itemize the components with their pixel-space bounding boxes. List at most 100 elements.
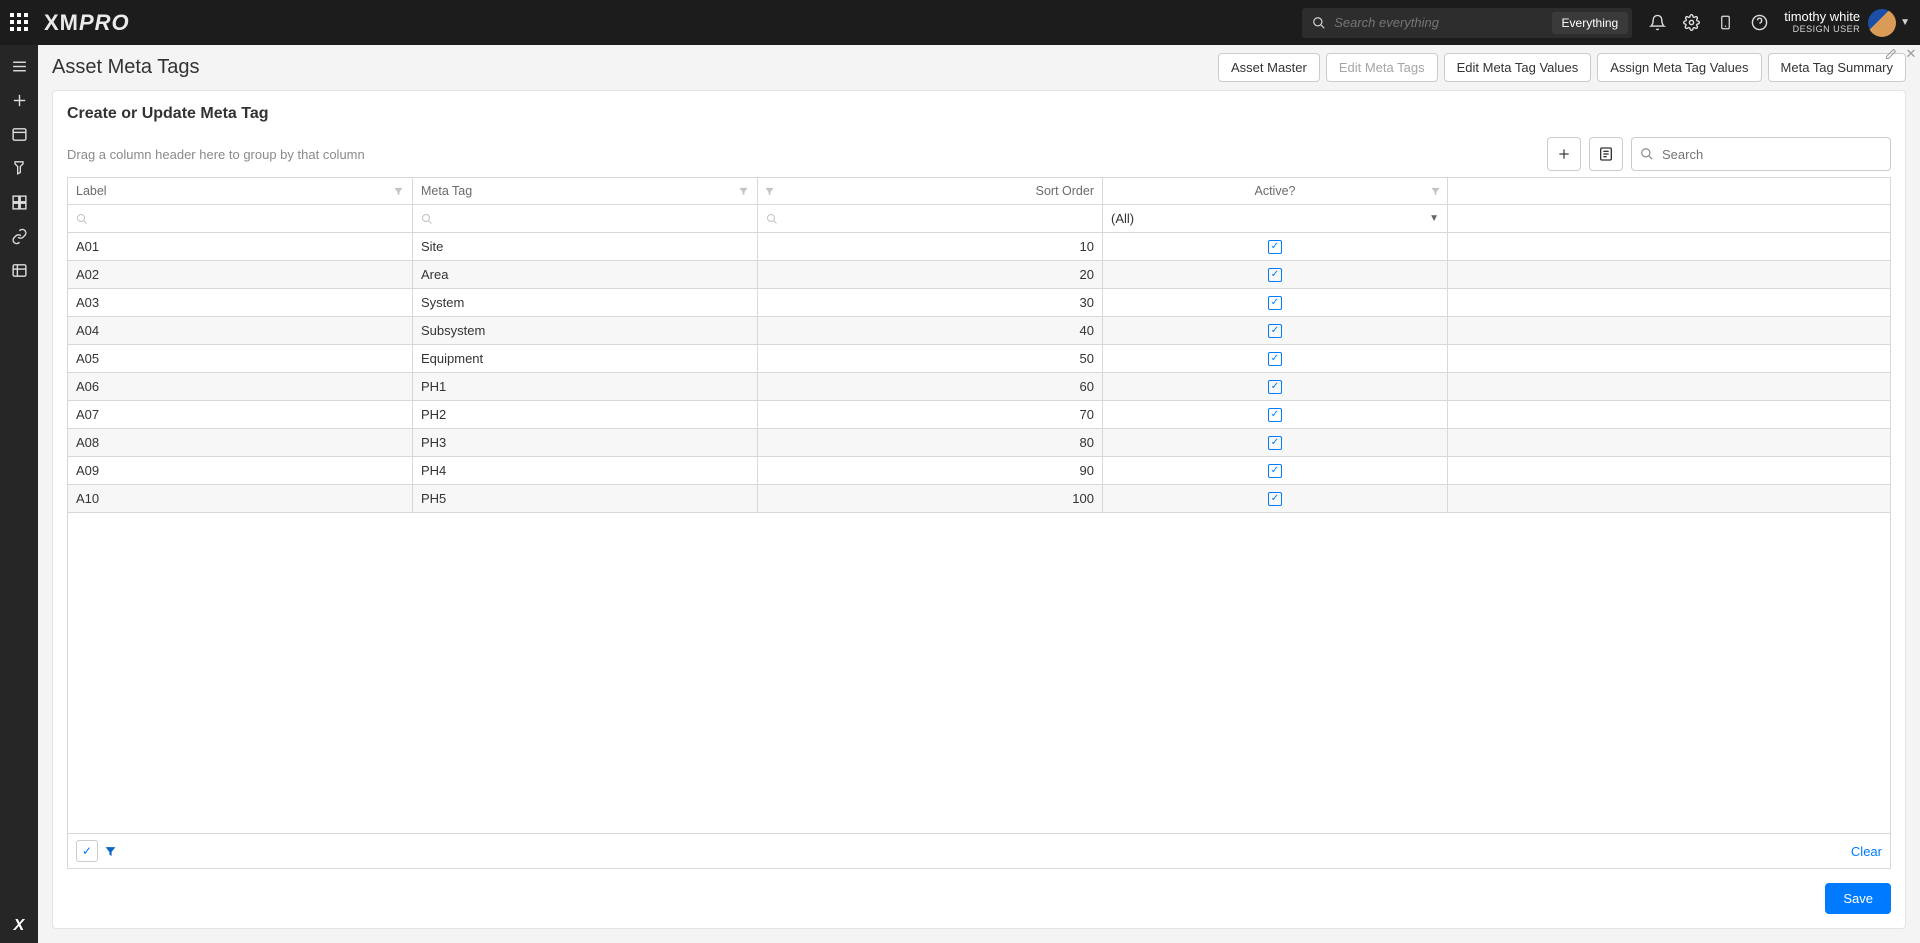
footer-filter-icon[interactable]: [104, 845, 117, 858]
add-icon[interactable]: [0, 83, 38, 117]
cell-label: A04: [68, 317, 413, 344]
user-avatar: [1868, 9, 1896, 37]
search-icon: [1640, 147, 1654, 161]
filter-label[interactable]: [68, 205, 413, 232]
cell-label: A05: [68, 345, 413, 372]
grid-search[interactable]: [1631, 137, 1891, 171]
panel-heading: Create or Update Meta Tag: [67, 105, 1891, 123]
table-row[interactable]: A05Equipment50✓: [68, 345, 1890, 373]
table-row[interactable]: A03System30✓: [68, 289, 1890, 317]
tab-edit-meta-tag-values[interactable]: Edit Meta Tag Values: [1444, 53, 1592, 82]
user-role: DESIGN USER: [1784, 25, 1860, 35]
table-row[interactable]: A02Area20✓: [68, 261, 1890, 289]
product-logo: XMPRO: [44, 10, 130, 36]
col-header-sort-order[interactable]: Sort Order: [758, 178, 1103, 204]
cell-sort-order: 80: [758, 429, 1103, 456]
nav-item-3[interactable]: [0, 185, 38, 219]
tab-edit-meta-tags[interactable]: Edit Meta Tags: [1326, 53, 1438, 82]
filter-sort-order[interactable]: [758, 205, 1103, 232]
cell-sort-order: 90: [758, 457, 1103, 484]
export-button[interactable]: [1589, 137, 1623, 171]
cell-meta-tag: PH4: [413, 457, 758, 484]
cell-active: ✓: [1103, 233, 1448, 260]
footer-check-button[interactable]: ✓: [76, 840, 98, 862]
global-search[interactable]: Everything: [1302, 8, 1632, 38]
col-header-label[interactable]: Label: [68, 178, 413, 204]
cell-active: ✓: [1103, 345, 1448, 372]
clear-link[interactable]: Clear: [1851, 844, 1882, 859]
filter-icon[interactable]: [738, 186, 749, 197]
edit-icon[interactable]: [1882, 45, 1900, 63]
table-row[interactable]: A07PH270✓: [68, 401, 1890, 429]
help-icon[interactable]: [1744, 8, 1774, 38]
table-row[interactable]: A08PH380✓: [68, 429, 1890, 457]
search-scope-dropdown[interactable]: Everything: [1552, 12, 1629, 34]
cell-active: ✓: [1103, 317, 1448, 344]
cell-label: A06: [68, 373, 413, 400]
nav-item-5[interactable]: [0, 253, 38, 287]
cell-meta-tag: PH3: [413, 429, 758, 456]
header-icon-group: [1642, 8, 1774, 38]
checked-icon: ✓: [1268, 380, 1282, 394]
cell-sort-order: 70: [758, 401, 1103, 428]
nav-item-4[interactable]: [0, 219, 38, 253]
filter-meta-tag[interactable]: [413, 205, 758, 232]
cell-sort-order: 10: [758, 233, 1103, 260]
left-sidebar: X: [0, 45, 38, 943]
col-header-meta-tag[interactable]: Meta Tag: [413, 178, 758, 204]
cell-meta-tag: Equipment: [413, 345, 758, 372]
table-row[interactable]: A06PH160✓: [68, 373, 1890, 401]
checked-icon: ✓: [1268, 352, 1282, 366]
save-bar: Save: [67, 869, 1891, 918]
user-menu[interactable]: timothy white DESIGN USER ▼: [1784, 9, 1910, 37]
cell-active: ✓: [1103, 261, 1448, 288]
main-panel: Asset Meta Tags Asset Master Edit Meta T…: [38, 45, 1920, 943]
data-grid: Label Meta Tag Sort Order: [67, 177, 1891, 834]
filter-icon[interactable]: [764, 186, 775, 197]
table-row[interactable]: A04Subsystem40✓: [68, 317, 1890, 345]
grid-search-input[interactable]: [1660, 146, 1882, 163]
cell-active: ✓: [1103, 401, 1448, 428]
group-hint: Drag a column header here to group by th…: [67, 147, 365, 162]
table-row[interactable]: A09PH490✓: [68, 457, 1890, 485]
notifications-icon[interactable]: [1642, 8, 1672, 38]
filter-icon[interactable]: [1430, 186, 1441, 197]
page-title: Asset Meta Tags: [52, 56, 199, 79]
settings-icon[interactable]: [1676, 8, 1706, 38]
sidebar-footer-logo: X: [14, 917, 25, 935]
col-header-active[interactable]: Active?: [1103, 178, 1448, 204]
cell-meta-tag: Subsystem: [413, 317, 758, 344]
menu-toggle[interactable]: [0, 49, 38, 83]
cell-active: ✓: [1103, 457, 1448, 484]
checked-icon: ✓: [1268, 240, 1282, 254]
checked-icon: ✓: [1268, 324, 1282, 338]
cell-meta-tag: PH2: [413, 401, 758, 428]
cell-label: A03: [68, 289, 413, 316]
cell-meta-tag: Area: [413, 261, 758, 288]
table-row[interactable]: A10PH5100✓: [68, 485, 1890, 513]
apps-launcher-icon[interactable]: [10, 13, 30, 33]
global-search-input[interactable]: [1332, 14, 1545, 31]
save-button[interactable]: Save: [1825, 883, 1891, 914]
user-name: timothy white: [1784, 10, 1860, 24]
mobile-icon[interactable]: [1710, 8, 1740, 38]
tab-assign-meta-tag-values[interactable]: Assign Meta Tag Values: [1597, 53, 1761, 82]
cell-sort-order: 20: [758, 261, 1103, 288]
cell-meta-tag: Site: [413, 233, 758, 260]
nav-item-1[interactable]: [0, 117, 38, 151]
grid-header-row: Label Meta Tag Sort Order: [68, 178, 1890, 205]
filter-icon[interactable]: [393, 186, 404, 197]
close-icon[interactable]: ✕: [1902, 45, 1920, 63]
cell-sort-order: 100: [758, 485, 1103, 512]
add-row-button[interactable]: [1547, 137, 1581, 171]
chevron-down-icon: ▼: [1900, 17, 1910, 28]
grid-body: A01Site10✓A02Area20✓A03System30✓A04Subsy…: [68, 233, 1890, 833]
nav-item-2[interactable]: [0, 151, 38, 185]
checked-icon: ✓: [1268, 296, 1282, 310]
search-icon: [1312, 16, 1326, 30]
filter-active-dropdown[interactable]: (All) ▼: [1103, 205, 1448, 232]
cell-label: A07: [68, 401, 413, 428]
page-titlebar: Asset Meta Tags Asset Master Edit Meta T…: [38, 45, 1920, 90]
table-row[interactable]: A01Site10✓: [68, 233, 1890, 261]
tab-asset-master[interactable]: Asset Master: [1218, 53, 1320, 82]
